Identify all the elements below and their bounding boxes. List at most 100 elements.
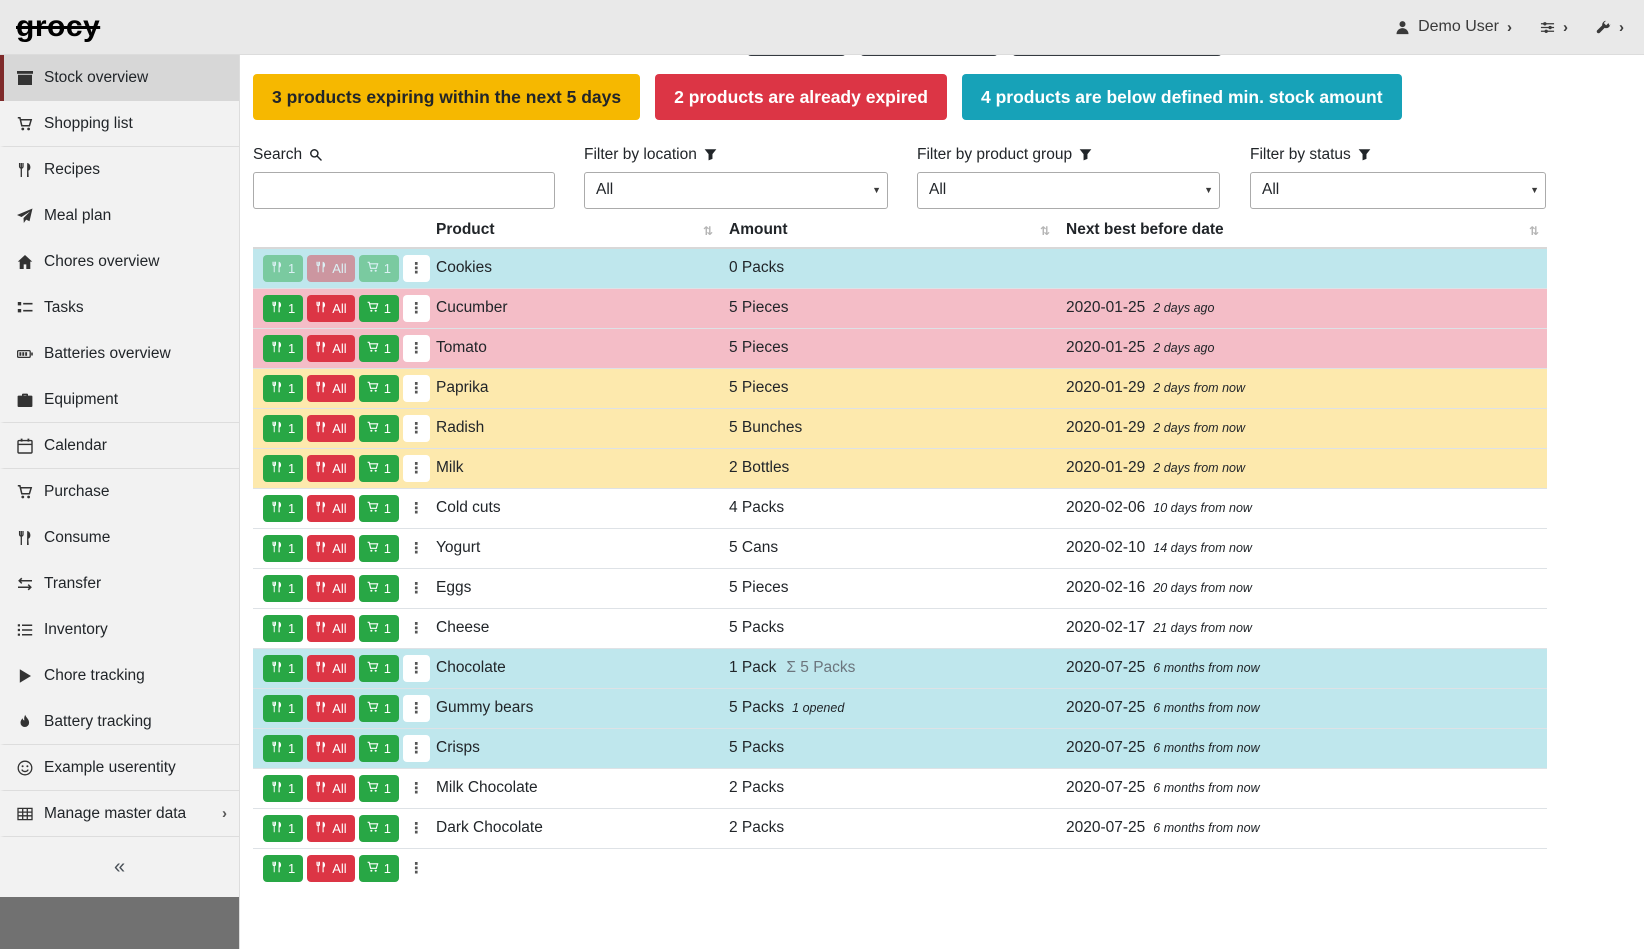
consume-one-button[interactable]: 1 xyxy=(263,295,303,322)
consume-all-button[interactable]: All xyxy=(307,535,354,562)
row-menu-button[interactable]: ⋮ xyxy=(403,495,430,522)
add-to-shopping-list-button[interactable]: 1 xyxy=(359,535,399,562)
sidebar-item-transfer[interactable]: Transfer xyxy=(0,561,239,607)
stock-row-chocolate: 1All1⋮Chocolate1 PackΣ 5 Packs2020-07-25… xyxy=(253,648,1547,688)
consume-all-button[interactable]: All xyxy=(307,375,354,402)
row-menu-button[interactable]: ⋮ xyxy=(403,775,430,802)
row-menu-button[interactable]: ⋮ xyxy=(403,695,430,722)
add-to-shopping-list-button[interactable]: 1 xyxy=(359,335,399,362)
consume-one-button[interactable]: 1 xyxy=(263,815,303,842)
row-menu-button[interactable]: ⋮ xyxy=(403,655,430,682)
sidebar-item-inventory[interactable]: Inventory xyxy=(0,607,239,653)
user-menu[interactable]: Demo User › xyxy=(1395,18,1512,36)
row-menu-button[interactable]: ⋮ xyxy=(403,455,430,482)
row-menu-button[interactable]: ⋮ xyxy=(403,255,430,282)
consume-one-button[interactable]: 1 xyxy=(263,495,303,522)
column-amount[interactable]: Amount⇅ xyxy=(721,217,1058,248)
consume-all-button[interactable]: All xyxy=(307,655,354,682)
consume-all-button[interactable]: All xyxy=(307,495,354,522)
consume-one-button[interactable]: 1 xyxy=(263,535,303,562)
row-menu-button[interactable]: ⋮ xyxy=(403,735,430,762)
add-to-shopping-list-button[interactable]: 1 xyxy=(359,855,399,882)
consume-all-button[interactable]: All xyxy=(307,695,354,722)
consume-one-button[interactable]: 1 xyxy=(263,255,303,282)
row-menu-button[interactable]: ⋮ xyxy=(403,855,430,882)
row-menu-button[interactable]: ⋮ xyxy=(403,375,430,402)
sidebar-item-recipes[interactable]: Recipes xyxy=(0,147,239,193)
sidebar-item-purchase[interactable]: Purchase xyxy=(0,469,239,515)
sidebar-item-battery-tracking[interactable]: Battery tracking xyxy=(0,699,239,745)
consume-all-button[interactable]: All xyxy=(307,295,354,322)
consume-all-button[interactable]: All xyxy=(307,255,354,282)
consume-one-button[interactable]: 1 xyxy=(263,615,303,642)
status-select[interactable]: All ▼ xyxy=(1250,172,1546,209)
sidebar-item-chores-overview[interactable]: Chores overview xyxy=(0,239,239,285)
sort-icon[interactable]: ⇅ xyxy=(703,224,713,238)
add-to-shopping-list-button[interactable]: 1 xyxy=(359,615,399,642)
row-menu-button[interactable]: ⋮ xyxy=(403,575,430,602)
add-to-shopping-list-button[interactable]: 1 xyxy=(359,455,399,482)
banner-danger[interactable]: 2 products are already expired xyxy=(655,74,947,120)
column-product[interactable]: Product⇅ xyxy=(428,217,721,248)
consume-one-button[interactable]: 1 xyxy=(263,455,303,482)
row-menu-button[interactable]: ⋮ xyxy=(403,615,430,642)
add-to-shopping-list-button[interactable]: 1 xyxy=(359,415,399,442)
consume-all-button[interactable]: All xyxy=(307,855,354,882)
consume-one-button[interactable]: 1 xyxy=(263,415,303,442)
consume-one-button[interactable]: 1 xyxy=(263,775,303,802)
consume-one-button[interactable]: 1 xyxy=(263,655,303,682)
row-menu-button[interactable]: ⋮ xyxy=(403,295,430,322)
settings-menu[interactable]: › xyxy=(1540,19,1568,36)
sidebar-item-chore-tracking[interactable]: Chore tracking xyxy=(0,653,239,699)
sidebar-item-shopping-list[interactable]: Shopping list xyxy=(0,101,239,147)
row-menu-button[interactable]: ⋮ xyxy=(403,335,430,362)
location-select[interactable]: All ▼ xyxy=(584,172,888,209)
sidebar-collapse-button[interactable]: « xyxy=(0,837,239,897)
consume-all-button[interactable]: All xyxy=(307,455,354,482)
add-to-shopping-list-button[interactable]: 1 xyxy=(359,655,399,682)
column-next-best-before-date[interactable]: Next best before date⇅ xyxy=(1058,217,1547,248)
add-to-shopping-list-button[interactable]: 1 xyxy=(359,255,399,282)
sidebar-item-example-userentity[interactable]: Example userentity xyxy=(0,745,239,791)
add-to-shopping-list-button[interactable]: 1 xyxy=(359,375,399,402)
consume-all-button[interactable]: All xyxy=(307,335,354,362)
consume-all-button[interactable]: All xyxy=(307,615,354,642)
product-group-select[interactable]: All ▼ xyxy=(917,172,1220,209)
row-menu-button[interactable]: ⋮ xyxy=(403,535,430,562)
consume-all-button[interactable]: All xyxy=(307,815,354,842)
row-menu-button[interactable]: ⋮ xyxy=(403,415,430,442)
sidebar-item-equipment[interactable]: Equipment xyxy=(0,377,239,423)
consume-one-button[interactable]: 1 xyxy=(263,735,303,762)
consume-one-button[interactable]: 1 xyxy=(263,375,303,402)
add-to-shopping-list-button[interactable]: 1 xyxy=(359,695,399,722)
consume-one-button[interactable]: 1 xyxy=(263,335,303,362)
consume-all-button[interactable]: All xyxy=(307,735,354,762)
sidebar-item-batteries-overview[interactable]: Batteries overview xyxy=(0,331,239,377)
add-to-shopping-list-button[interactable]: 1 xyxy=(359,495,399,522)
consume-all-button[interactable]: All xyxy=(307,775,354,802)
sort-icon[interactable]: ⇅ xyxy=(1529,224,1539,238)
sidebar-item-tasks[interactable]: Tasks xyxy=(0,285,239,331)
consume-one-button[interactable]: 1 xyxy=(263,695,303,722)
search-input[interactable] xyxy=(253,172,555,209)
add-to-shopping-list-button[interactable]: 1 xyxy=(359,735,399,762)
sidebar-item-stock-overview[interactable]: Stock overview xyxy=(0,55,239,101)
sidebar-item-manage-master-data[interactable]: Manage master data› xyxy=(0,791,239,837)
sort-icon[interactable]: ⇅ xyxy=(1040,224,1050,238)
banner-warning[interactable]: 3 products expiring within the next 5 da… xyxy=(253,74,640,120)
row-menu-button[interactable]: ⋮ xyxy=(403,815,430,842)
add-to-shopping-list-button[interactable]: 1 xyxy=(359,575,399,602)
consume-one-button[interactable]: 1 xyxy=(263,855,303,882)
add-to-shopping-list-button[interactable]: 1 xyxy=(359,775,399,802)
sidebar-item-meal-plan[interactable]: Meal plan xyxy=(0,193,239,239)
add-to-shopping-list-button[interactable]: 1 xyxy=(359,295,399,322)
grocy-logo[interactable]: grocy xyxy=(16,10,100,44)
sidebar-item-consume[interactable]: Consume xyxy=(0,515,239,561)
add-to-shopping-list-button[interactable]: 1 xyxy=(359,815,399,842)
admin-menu[interactable]: › xyxy=(1596,19,1624,36)
consume-all-button[interactable]: All xyxy=(307,415,354,442)
sidebar-item-calendar[interactable]: Calendar xyxy=(0,423,239,469)
consume-all-button[interactable]: All xyxy=(307,575,354,602)
consume-one-button[interactable]: 1 xyxy=(263,575,303,602)
banner-info[interactable]: 4 products are below defined min. stock … xyxy=(962,74,1402,120)
